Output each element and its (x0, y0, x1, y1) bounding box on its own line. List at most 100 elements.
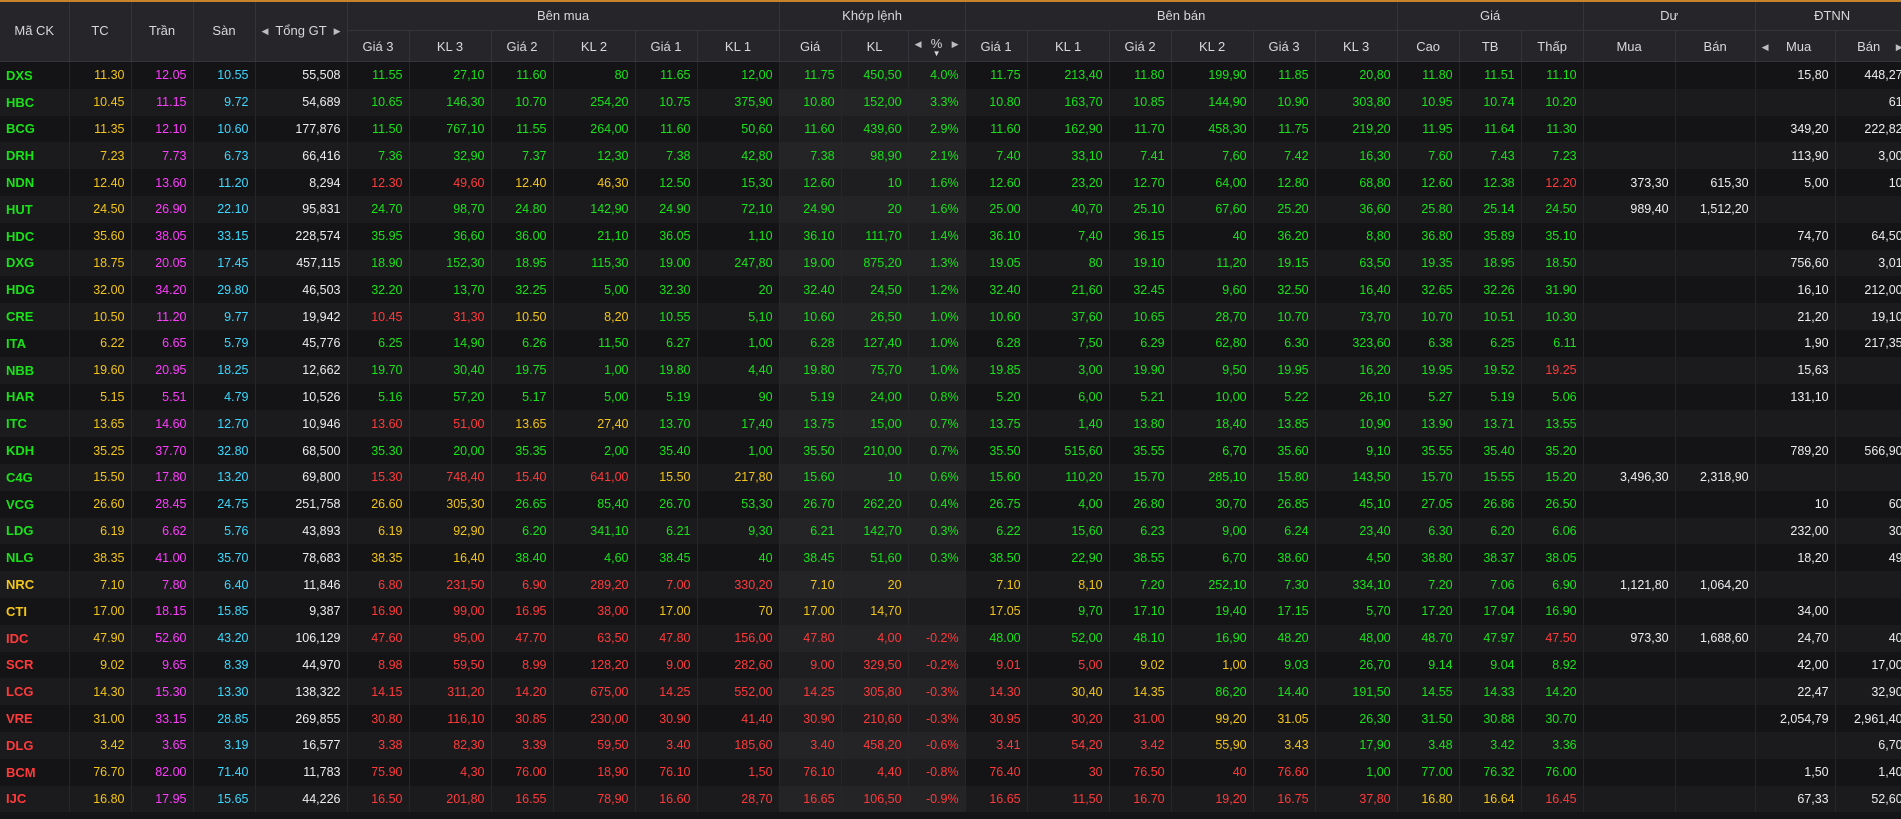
arrow-left-icon[interactable]: ◀ (262, 26, 269, 37)
table-row[interactable]: VCG 26.60 28.45 24.75 251,758 26.60 305,30 26.6… (0, 490, 1901, 518)
cell-ask-vol3: 1,00 (1315, 758, 1398, 786)
table-row[interactable]: NRC 7.10 7.80 6.40 11,846 6.80 231,50 6.90 289,2… (0, 571, 1901, 598)
table-row[interactable]: VRE 31.00 33.15 28.85 269,855 30.80 116,10 30.8… (0, 705, 1901, 732)
table-row[interactable]: CRE 10.50 11.20 9.77 19,942 10.45 31,30 10.50 8,… (0, 303, 1901, 330)
col-header-high[interactable]: Cao (1397, 30, 1460, 62)
col-header-match-vol[interactable]: KL (841, 30, 909, 62)
arrow-right-icon[interactable]: ▶ (334, 26, 341, 37)
col-header-match-price[interactable]: Giá (779, 30, 842, 62)
col-header-foreign-sell[interactable]: ▶ Bán (1835, 30, 1901, 62)
col-header-bid-price3[interactable]: Giá 3 (347, 30, 410, 62)
table-row[interactable]: BCG 11.35 12.10 10.60 177,876 11.50 767,10 11.5… (0, 115, 1901, 143)
arrow-left-icon[interactable]: ◀ (915, 39, 922, 50)
col-header-ask-vol1[interactable]: KL 1 (1027, 30, 1110, 62)
table-row[interactable]: NDN 12.40 13.60 11.20 8,294 12.30 49,60 12.40 46… (0, 169, 1901, 196)
col-header-symbol[interactable]: Mã CK (0, 0, 70, 62)
table-row[interactable]: ITA 6.22 6.65 5.79 45,776 6.25 14,90 6.26 11,50 6… (0, 329, 1901, 357)
col-header-bid-price1[interactable]: Giá 1 (635, 30, 698, 62)
cell-ask-vol1: 3,00 (1027, 356, 1110, 384)
table-row[interactable]: HBC 10.45 11.15 9.72 54,689 10.65 146,30 10.70 2… (0, 88, 1901, 116)
cell-symbol[interactable]: BCM (0, 758, 70, 786)
cell-symbol[interactable]: C4G (0, 463, 70, 491)
cell-ask-price1: 19.85 (965, 356, 1028, 384)
sort-down-icon[interactable]: ▼ (915, 49, 959, 57)
cell-symbol[interactable]: CRE (0, 303, 70, 330)
cell-match-price: 10.80 (779, 88, 842, 116)
cell-symbol[interactable]: LCG (0, 678, 70, 706)
cell-symbol[interactable]: NDN (0, 169, 70, 196)
table-row[interactable]: KDH 35.25 37.70 32.80 68,500 35.30 20,00 35.35 2… (0, 437, 1901, 464)
cell-bid-vol3: 30,40 (409, 356, 492, 384)
cell-ask-price2: 26.80 (1109, 490, 1172, 518)
cell-symbol[interactable]: ITA (0, 329, 70, 357)
cell-symbol[interactable]: SCR (0, 651, 70, 679)
cell-symbol[interactable]: ITC (0, 410, 70, 438)
cell-symbol[interactable]: DXG (0, 249, 70, 277)
table-row[interactable]: HDC 35.60 38.05 33.15 228,574 35.95 36,60 36.00… (0, 222, 1901, 250)
cell-avg: 14.33 (1459, 678, 1522, 706)
cell-symbol[interactable]: BCG (0, 115, 70, 143)
col-header-oi-buy[interactable]: Mua (1583, 30, 1676, 62)
col-header-avg[interactable]: TB (1459, 30, 1522, 62)
col-header-foreign-buy[interactable]: ◀ Mua (1755, 30, 1836, 62)
arrow-right-icon[interactable]: ▶ (1896, 42, 1901, 53)
table-row[interactable]: SCR 9.02 9.65 8.39 44,970 8.98 59,50 8.99 128,20… (0, 651, 1901, 679)
col-header-bid-vol1[interactable]: KL 1 (697, 30, 780, 62)
table-row[interactable]: NLG 38.35 41.00 35.70 78,683 38.35 16,40 38.40 4… (0, 544, 1901, 572)
cell-symbol[interactable]: NLG (0, 544, 70, 572)
cell-symbol[interactable]: LDG (0, 517, 70, 545)
cell-symbol[interactable]: VRE (0, 705, 70, 732)
cell-symbol[interactable]: DXS (0, 61, 70, 89)
table-row[interactable]: HUT 24.50 26.90 22.10 95,831 24.70 98,70 24.80 1… (0, 195, 1901, 223)
col-header-floor[interactable]: Sàn (193, 0, 256, 62)
col-header-ask-price3[interactable]: Giá 3 (1253, 30, 1316, 62)
col-header-ask-price2[interactable]: Giá 2 (1109, 30, 1172, 62)
col-header-ask-vol3[interactable]: KL 3 (1315, 30, 1398, 62)
table-row[interactable]: DXS 11.30 12.05 10.55 55,508 11.55 27,10 11.60 8… (0, 61, 1901, 89)
table-row[interactable]: DLG 3.42 3.65 3.19 16,577 3.38 82,30 3.39 59,50 3… (0, 731, 1901, 759)
arrow-left-icon[interactable]: ◀ (1762, 42, 1769, 53)
table-row[interactable]: C4G 15.50 17.80 13.20 69,800 15.30 748,40 15.40… (0, 463, 1901, 491)
col-header-oi-sell[interactable]: Bán (1675, 30, 1756, 62)
table-row[interactable]: CTI 17.00 18.15 15.85 9,387 16.90 99,00 16.95 38… (0, 597, 1901, 625)
cell-symbol[interactable]: HUT (0, 195, 70, 223)
col-header-bid-vol2[interactable]: KL 2 (553, 30, 636, 62)
cell-match-price: 36.10 (779, 222, 842, 250)
cell-symbol[interactable]: KDH (0, 437, 70, 464)
table-row[interactable]: BCM 76.70 82.00 71.40 11,783 75.90 4,30 76.00 18… (0, 758, 1901, 786)
col-header-match-pct[interactable]: ◀ ▶% ▼ (908, 30, 966, 62)
col-header-total[interactable]: ◀ ▶ Tổng GT (255, 0, 348, 62)
col-header-ceil[interactable]: Trần (131, 0, 194, 62)
cell-symbol[interactable]: DRH (0, 142, 70, 170)
cell-symbol[interactable]: HAR (0, 383, 70, 411)
cell-ask-price3: 5.22 (1253, 383, 1316, 411)
table-row[interactable]: IDC 47.90 52.60 43.20 106,129 47.60 95,00 47.70… (0, 624, 1901, 652)
cell-symbol[interactable]: IJC (0, 785, 70, 813)
col-header-ref[interactable]: TC (69, 0, 132, 62)
cell-symbol[interactable]: NBB (0, 356, 70, 384)
table-row[interactable]: ITC 13.65 14.60 12.70 10,946 13.60 51,00 13.65 2… (0, 410, 1901, 438)
table-row[interactable]: HDG 32.00 34.20 29.80 46,503 32.20 13,70 32.25 5… (0, 276, 1901, 304)
cell-symbol[interactable]: VCG (0, 490, 70, 518)
table-row[interactable]: HAR 5.15 5.51 4.79 10,526 5.16 57,20 5.17 5,00 5.… (0, 383, 1901, 411)
col-header-bid-vol3[interactable]: KL 3 (409, 30, 492, 62)
cell-symbol[interactable]: HDG (0, 276, 70, 304)
cell-ask-price2: 10.65 (1109, 303, 1172, 330)
table-row[interactable]: LCG 14.30 15.30 13.30 138,322 14.15 311,20 14.2… (0, 678, 1901, 706)
cell-symbol[interactable]: IDC (0, 624, 70, 652)
cell-symbol[interactable]: CTI (0, 597, 70, 625)
cell-symbol[interactable]: DLG (0, 731, 70, 759)
cell-symbol[interactable]: HDC (0, 222, 70, 250)
col-header-low[interactable]: Thấp (1521, 30, 1584, 62)
col-header-bid-price2[interactable]: Giá 2 (491, 30, 554, 62)
col-header-ask-price1[interactable]: Giá 1 (965, 30, 1028, 62)
table-row[interactable]: DXG 18.75 20.05 17.45 457,115 18.90 152,30 18.9… (0, 249, 1901, 277)
table-row[interactable]: IJC 16.80 17.95 15.65 44,226 16.50 201,80 16.55… (0, 785, 1901, 813)
table-row[interactable]: NBB 19.60 20.95 18.25 12,662 19.70 30,40 19.75 1… (0, 356, 1901, 384)
arrow-right-icon[interactable]: ▶ (952, 39, 959, 50)
col-header-ask-vol2[interactable]: KL 2 (1171, 30, 1254, 62)
table-row[interactable]: DRH 7.23 7.73 6.73 66,416 7.36 32,90 7.37 12,30 7… (0, 142, 1901, 170)
table-row[interactable]: LDG 6.19 6.62 5.76 43,893 6.19 92,90 6.20 341,10… (0, 517, 1901, 545)
cell-symbol[interactable]: NRC (0, 571, 70, 598)
cell-symbol[interactable]: HBC (0, 88, 70, 116)
